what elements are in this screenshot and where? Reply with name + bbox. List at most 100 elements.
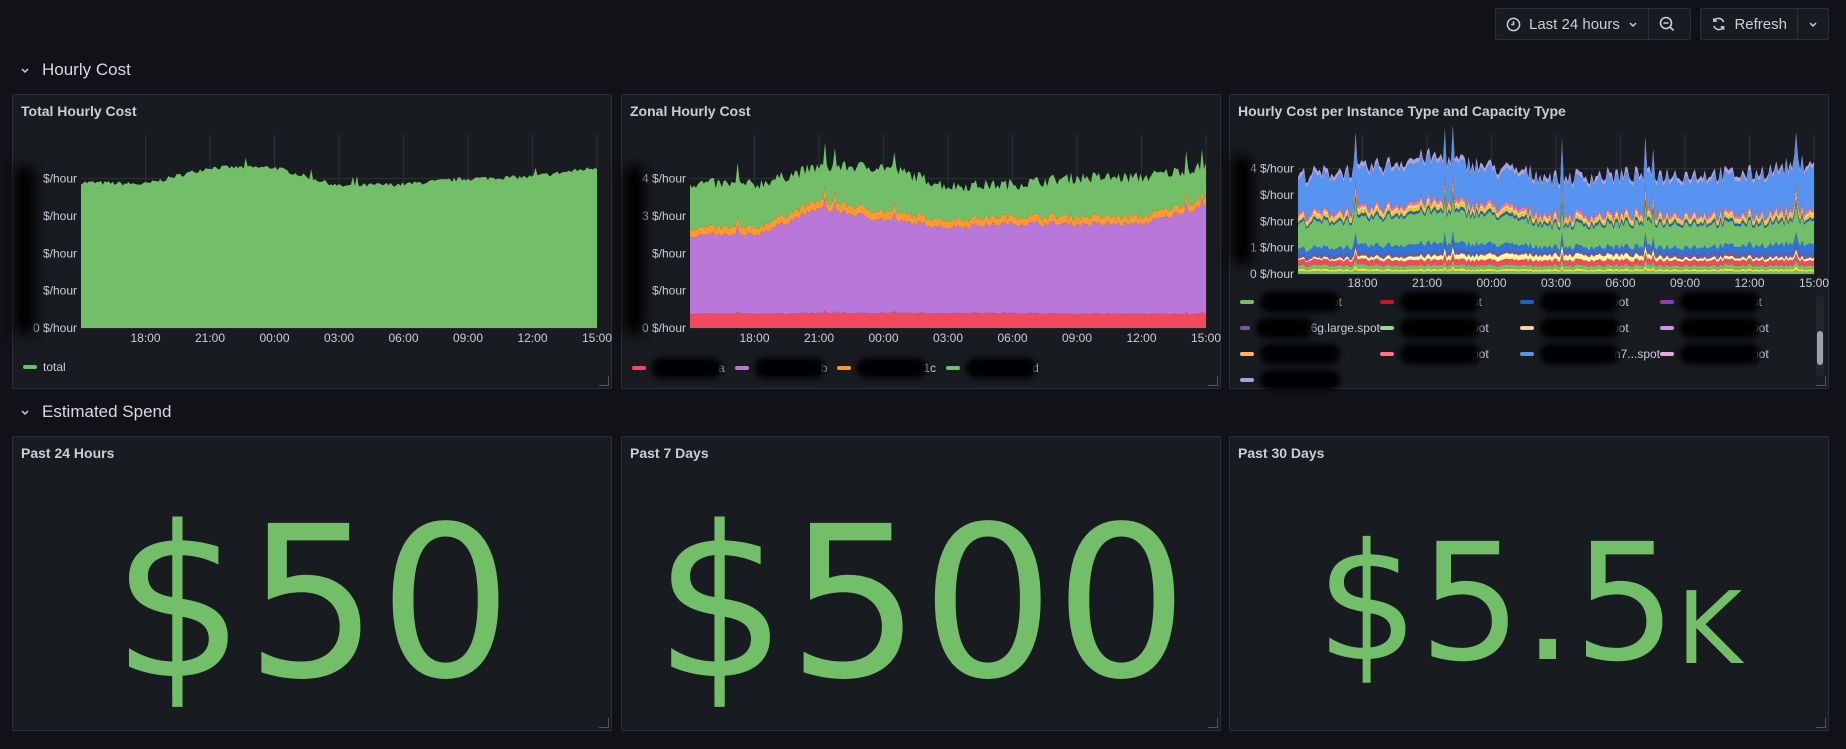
legend-item[interactable]: pot xyxy=(1660,344,1800,364)
legend-item[interactable] xyxy=(1240,370,1380,390)
zoom-out-button[interactable] xyxy=(1647,9,1685,39)
legend-scrollbar[interactable] xyxy=(1816,295,1824,377)
x-tick-label: 09:00 xyxy=(1062,331,1092,345)
legend-item[interactable]: pot xyxy=(1520,292,1660,312)
redaction xyxy=(1680,292,1760,312)
legend-item[interactable]: t xyxy=(1240,344,1380,364)
redaction xyxy=(1400,318,1480,338)
legend-swatch xyxy=(946,366,961,370)
stat-unit: K xyxy=(1676,570,1743,687)
chevron-down-icon xyxy=(21,68,29,74)
scrollbar-thumb[interactable] xyxy=(1817,331,1823,365)
x-tick-label: 15:00 xyxy=(582,331,612,345)
x-tick-label: 03:00 xyxy=(324,331,354,345)
y-tick-label: $/hour xyxy=(43,284,77,298)
y-tick-label: 0 $/hour xyxy=(33,321,77,335)
redaction xyxy=(857,358,928,378)
redaction xyxy=(1400,292,1480,312)
legend-swatch xyxy=(1520,352,1534,356)
panel-past-24-hours: Past 24 Hours $50 xyxy=(12,436,612,731)
section-estimated-spend[interactable]: Estimated Spend xyxy=(20,402,171,422)
legend-swatch xyxy=(1660,300,1674,304)
x-tick-label: 06:00 xyxy=(997,331,1027,345)
legend-item[interactable]: d xyxy=(946,358,1039,378)
y-tick-label: $/hour xyxy=(43,246,77,260)
x-tick-label: 15:00 xyxy=(1799,276,1829,290)
resize-handle[interactable] xyxy=(1816,376,1826,386)
legend-item[interactable]: pot xyxy=(1380,344,1520,364)
redaction xyxy=(1260,292,1340,312)
legend-item[interactable]: ot xyxy=(1660,292,1800,312)
panel-title: Past 7 Days xyxy=(630,445,709,461)
resize-handle[interactable] xyxy=(599,376,609,386)
legend-label: total xyxy=(43,360,66,374)
legend-item[interactable]: c6g.large.spot xyxy=(1240,318,1380,338)
redaction xyxy=(15,165,35,335)
refresh-button[interactable]: Refresh xyxy=(1701,9,1797,39)
legend-swatch xyxy=(632,366,646,370)
time-range-picker[interactable]: Last 24 hours xyxy=(1495,8,1691,40)
resize-handle[interactable] xyxy=(1816,718,1826,728)
legend-item[interactable]: b xyxy=(734,358,827,378)
refresh-picker[interactable]: Refresh xyxy=(1700,8,1829,40)
legend-swatch xyxy=(1520,300,1534,304)
redaction xyxy=(652,358,722,378)
legend-swatch xyxy=(23,365,37,369)
x-tick-label: 21:00 xyxy=(1412,276,1442,290)
legend-item[interactable]: 1c xyxy=(837,358,936,378)
legend-item[interactable]: m7...spot xyxy=(1520,344,1660,364)
y-tick-label: $/hour xyxy=(652,284,686,298)
x-tick-label: 21:00 xyxy=(195,331,225,345)
legend-swatch xyxy=(1380,300,1394,304)
x-tick-label: 18:00 xyxy=(739,331,769,345)
resize-handle[interactable] xyxy=(599,718,609,728)
y-tick-label: 4 $/hour xyxy=(1250,162,1294,176)
panel-past-30-days: Past 30 Days $5.5 K xyxy=(1229,436,1829,731)
legend-swatch xyxy=(1240,352,1254,356)
legend-swatch xyxy=(1660,326,1674,330)
y-tick-label: 4 $/hour xyxy=(642,172,686,186)
legend-label: c6g.large.spot xyxy=(1304,321,1380,335)
x-tick-label: 21:00 xyxy=(804,331,834,345)
legend-swatch xyxy=(734,366,749,370)
legend-item[interactable]: pot xyxy=(1660,318,1800,338)
y-tick-label: 0 $/hour xyxy=(642,321,686,335)
legend-item[interactable]: ot xyxy=(1380,292,1520,312)
stat-value-text: $500 xyxy=(653,481,1189,726)
y-tick-label: $/hour xyxy=(43,209,77,223)
legend-swatch xyxy=(1240,300,1254,304)
resize-handle[interactable] xyxy=(1208,718,1218,728)
section-hourly-cost[interactable]: Hourly Cost xyxy=(20,60,131,80)
legend-item[interactable]: pot xyxy=(1380,318,1520,338)
refresh-label: Refresh xyxy=(1734,15,1787,33)
legend-item[interactable]: ot xyxy=(1240,292,1380,312)
x-tick-label: 09:00 xyxy=(453,331,483,345)
redaction xyxy=(1680,344,1760,364)
redaction xyxy=(1540,292,1620,312)
legend-item[interactable]: a xyxy=(632,358,725,378)
y-tick-label: $/hour xyxy=(43,172,77,186)
legend: ototpototc6g.large.spotpotpotpottpotm7..… xyxy=(1240,292,1810,390)
x-tick-label: 12:00 xyxy=(517,331,547,345)
chevron-down-icon xyxy=(21,410,29,416)
refresh-icon xyxy=(1713,17,1725,31)
redaction xyxy=(1540,318,1620,338)
legend-swatch xyxy=(1520,326,1534,330)
legend-item[interactable]: total xyxy=(23,360,66,374)
legend-swatch xyxy=(1240,326,1250,330)
legend-item[interactable]: pot xyxy=(1520,318,1660,338)
panel-zonal-hourly-cost: Zonal Hourly Cost 18:00 21:00 00:00 03:00 06… xyxy=(621,94,1221,389)
zoom-out-icon xyxy=(1659,16,1674,32)
total-hourly-cost-chart: 18:00 21:00 00:00 03:00 06:00 09:00 12:00 15:00… xyxy=(33,135,612,345)
time-range-label: Last 24 hours xyxy=(1529,15,1620,33)
legend: ab 1c d xyxy=(632,358,1039,378)
y-tick-label: $/hour xyxy=(1260,188,1294,202)
resize-handle[interactable] xyxy=(1208,376,1218,386)
x-tick-label: 09:00 xyxy=(1670,276,1700,290)
time-range-button[interactable]: Last 24 hours xyxy=(1496,9,1648,39)
clock-icon xyxy=(1506,17,1521,31)
refresh-interval-dropdown[interactable] xyxy=(1797,9,1828,39)
redaction xyxy=(1260,344,1340,364)
y-tick-label: 0 $/hour xyxy=(1250,267,1294,281)
redaction xyxy=(1680,318,1760,338)
